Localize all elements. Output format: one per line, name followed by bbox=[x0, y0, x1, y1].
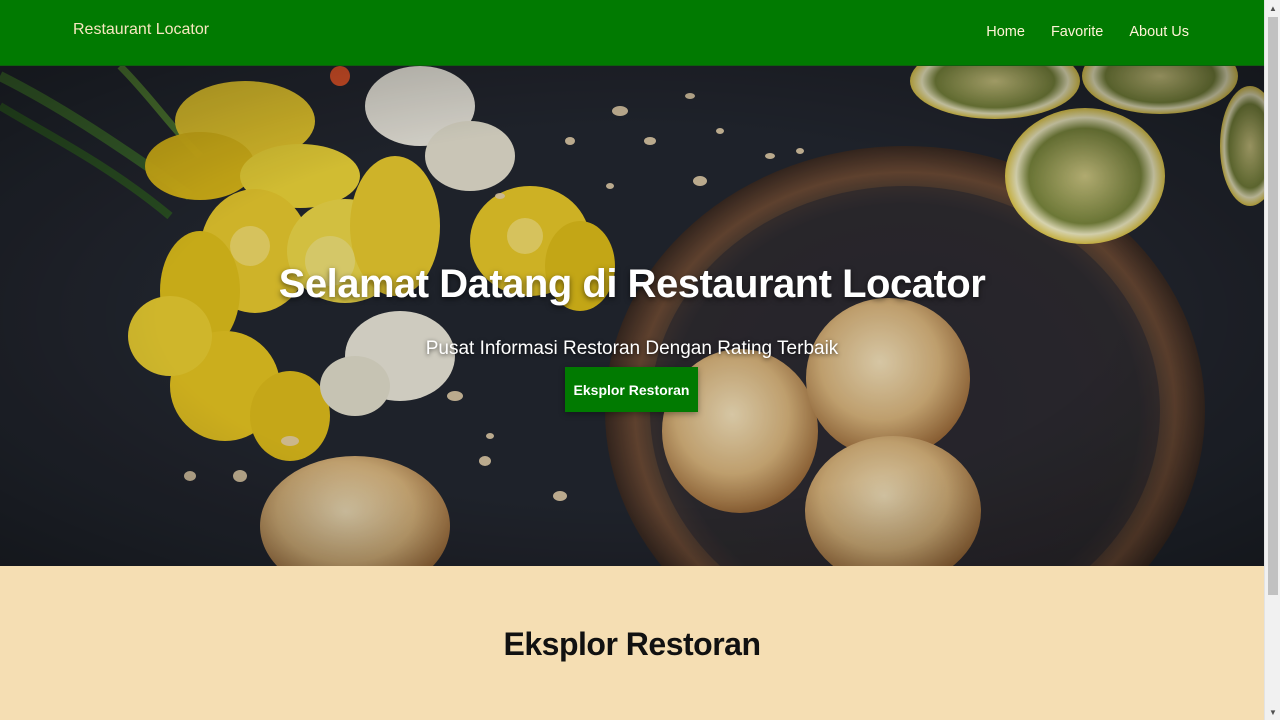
vertical-scrollbar[interactable]: ▲ ▼ bbox=[1264, 0, 1280, 720]
scroll-up-arrow-icon[interactable]: ▲ bbox=[1265, 0, 1280, 16]
hero: Selamat Datang di Restaurant Locator Pus… bbox=[0, 66, 1264, 566]
page: Restaurant Locator Home Favorite About U… bbox=[0, 0, 1264, 720]
hero-title: Selamat Datang di Restaurant Locator bbox=[278, 262, 986, 306]
nav-link-about-us[interactable]: About Us bbox=[1129, 24, 1189, 40]
nav-link-home[interactable]: Home bbox=[986, 24, 1025, 40]
hero-background-image bbox=[0, 66, 1264, 566]
explore-restaurants-button[interactable]: Eksplor Restoran bbox=[565, 367, 698, 412]
section-title: Eksplor Restoran bbox=[503, 626, 761, 662]
nav-link-favorite[interactable]: Favorite bbox=[1051, 24, 1103, 40]
nav-links: Home Favorite About Us bbox=[986, 24, 1189, 40]
navbar: Restaurant Locator Home Favorite About U… bbox=[0, 0, 1264, 66]
scrollbar-thumb[interactable] bbox=[1268, 17, 1278, 595]
hero-subtitle: Pusat Informasi Restoran Dengan Rating T… bbox=[425, 338, 839, 359]
scroll-down-arrow-icon[interactable]: ▼ bbox=[1265, 704, 1280, 720]
brand-link[interactable]: Restaurant Locator bbox=[73, 21, 209, 39]
